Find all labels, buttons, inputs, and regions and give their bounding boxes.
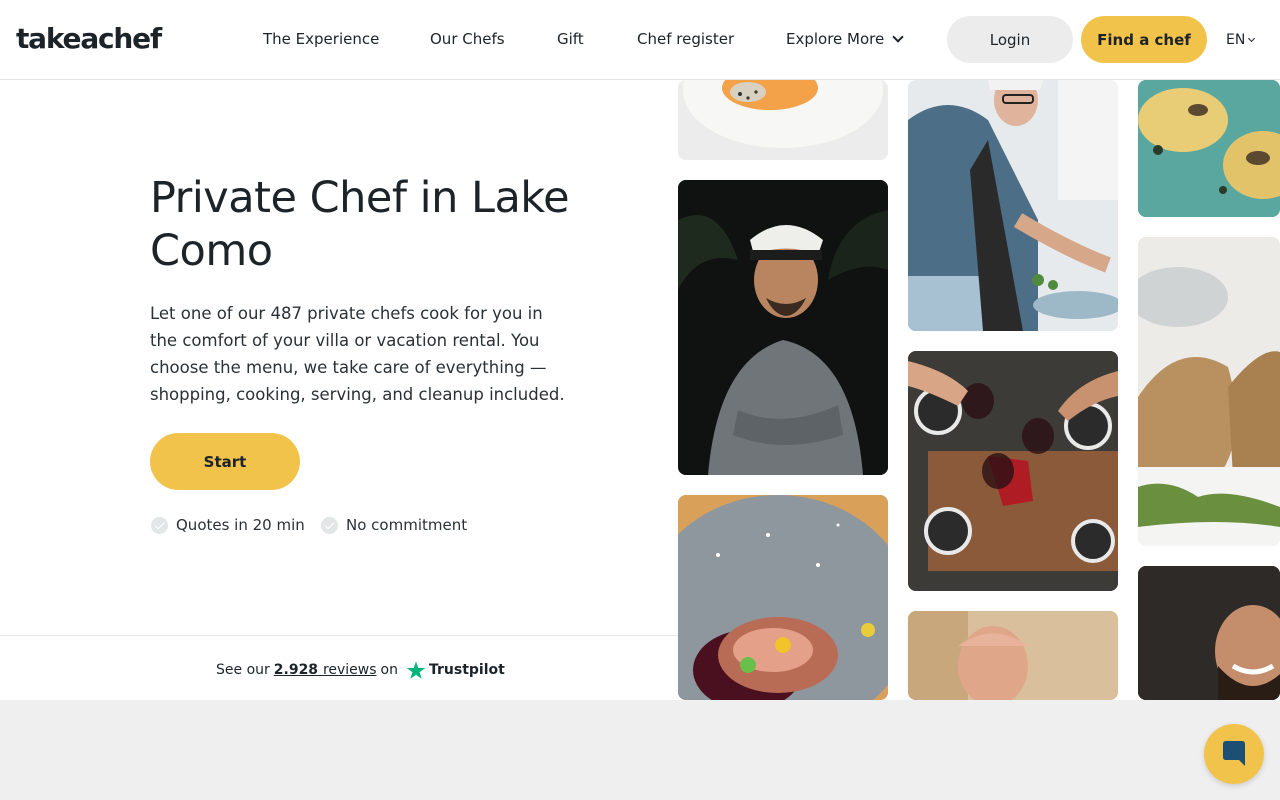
nav-gift[interactable]: Gift — [557, 30, 584, 48]
site-header: takeachef The Experience Our Chefs Gift … — [0, 0, 1280, 80]
chevron-down-icon — [892, 31, 904, 43]
gallery-image-smiling-chef — [1138, 566, 1280, 700]
hero-description: Let one of our 487 private chefs cook fo… — [150, 304, 565, 404]
trustpilot-brand: Trustpilot — [428, 662, 505, 678]
page-title: Private Chef in Lake Como — [150, 173, 570, 276]
logo[interactable]: takeachef — [16, 22, 162, 55]
ravioli-image — [1138, 80, 1280, 217]
trustpilot-on: on — [380, 662, 398, 678]
gallery-image-chef-portrait — [678, 180, 888, 475]
trustpilot-star-icon — [406, 661, 426, 679]
chat-bubble-icon — [1223, 741, 1245, 766]
trustpilot-text: See our 2.928 reviews on Trustpilot — [216, 660, 505, 680]
gallery-image-chef-cooking — [908, 80, 1118, 331]
language-selector[interactable]: EN — [1226, 32, 1256, 48]
start-button[interactable]: Start — [150, 433, 300, 490]
trustpilot-prefix: See our — [216, 662, 270, 678]
wine-toast-image — [908, 351, 1118, 591]
dish-plate-image — [678, 80, 888, 160]
nav-chef-register[interactable]: Chef register — [637, 30, 734, 48]
find-a-chef-button[interactable]: Find a chef — [1081, 16, 1207, 63]
nav-our-chefs[interactable]: Our Chefs — [430, 30, 505, 48]
chef-face-image — [908, 611, 1118, 700]
gallery-image-plated-meat — [678, 495, 888, 700]
chevron-down-icon — [1248, 34, 1256, 43]
feature-no-commitment: No commitment — [321, 516, 467, 534]
gallery-image-chef-face — [908, 611, 1118, 700]
feature-label: No commitment — [346, 516, 468, 534]
fried-dumpling-image — [1138, 237, 1280, 546]
review-count: 2.928 — [273, 662, 319, 678]
gallery-image-ravioli — [1138, 80, 1280, 217]
smiling-chef-image — [1138, 566, 1280, 700]
nav-the-experience[interactable]: The Experience — [263, 30, 379, 48]
gallery-image-wine-toast — [908, 351, 1118, 591]
chef-cooking-image — [908, 80, 1118, 331]
nav-explore-more-label: Explore More — [786, 30, 885, 48]
gallery-image-fried-dumpling — [1138, 237, 1280, 546]
feature-label: Quotes in 20 min — [176, 516, 305, 534]
reviews-word: reviews — [322, 662, 377, 678]
check-icon — [151, 516, 168, 534]
chef-portrait-image — [678, 180, 888, 475]
nav-explore-more[interactable]: Explore More — [786, 30, 904, 48]
language-label: EN — [1226, 32, 1246, 48]
trustpilot-bar: See our 2.928 reviews on Trustpilot — [0, 635, 678, 700]
trustpilot-reviews-link[interactable]: 2.928 reviews — [274, 662, 377, 678]
chat-button[interactable] — [1204, 724, 1264, 784]
next-section-band — [0, 700, 1280, 800]
page: takeachef The Experience Our Chefs Gift … — [0, 0, 1280, 800]
login-button[interactable]: Login — [947, 16, 1073, 63]
gallery-image-dish-plate — [678, 80, 888, 160]
check-icon — [321, 516, 338, 534]
plated-meat-image — [678, 495, 888, 700]
feature-quotes: Quotes in 20 min — [151, 516, 305, 534]
